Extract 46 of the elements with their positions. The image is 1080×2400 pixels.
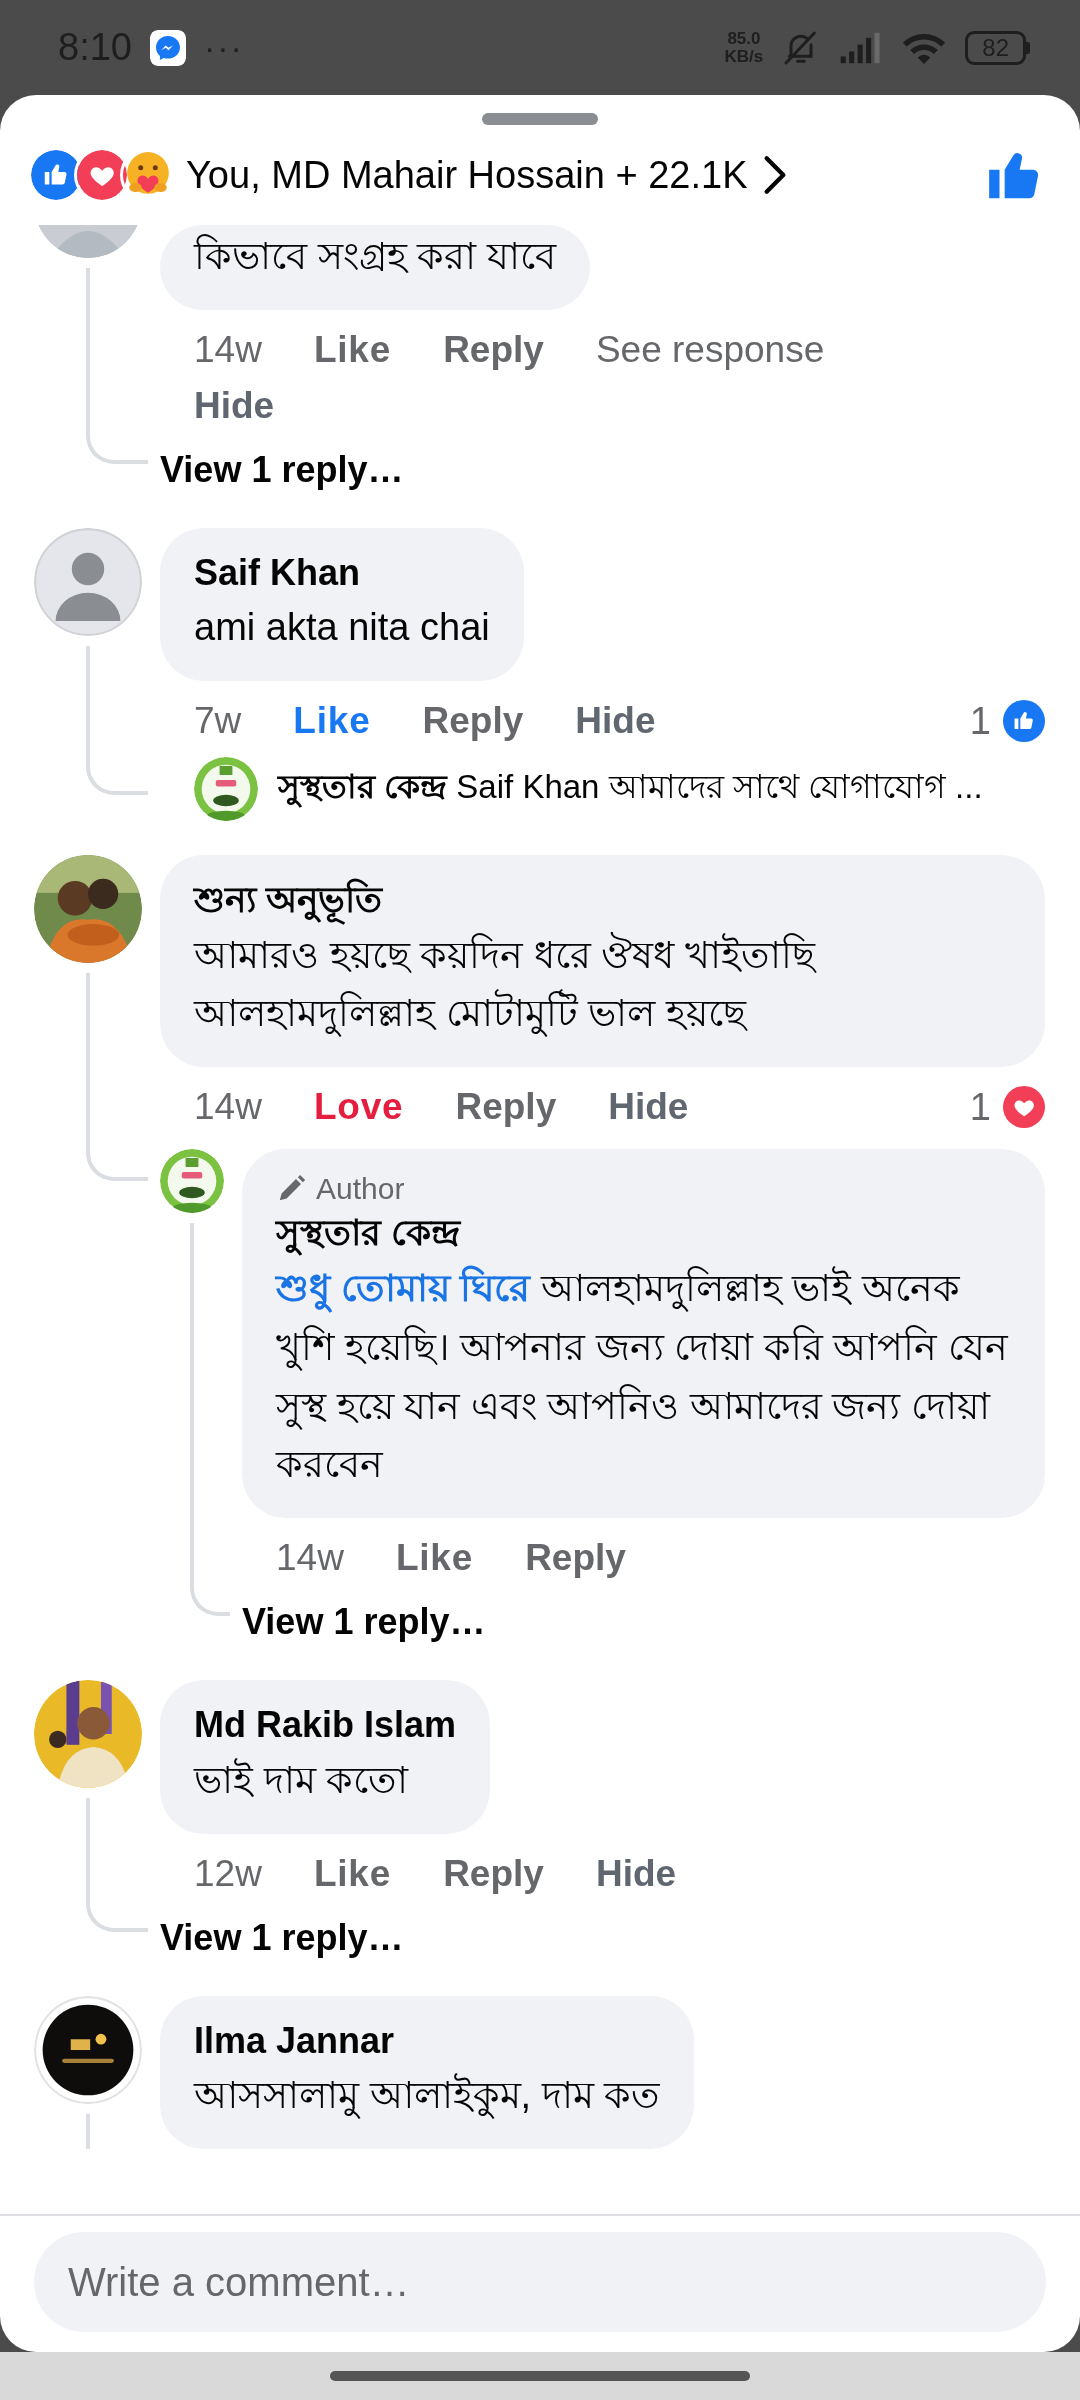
view-replies-link[interactable]: View 1 reply… bbox=[160, 1909, 404, 1966]
reply-link[interactable]: Reply bbox=[455, 1079, 557, 1136]
reply-link[interactable]: Reply bbox=[422, 693, 524, 750]
hide-link[interactable]: Hide bbox=[608, 1079, 689, 1136]
comment-text: শুধু তোমায় ঘিরে আলহামদুলিল্লাহ ভাই অনেক খুশি হয়েছি। আপনার জন্য দোয়া করি আপনি যেন সুস্থ হয়ে যান এবং আপনিও আমাদের জন্য দোয়া করবেন bbox=[276, 1264, 1010, 1488]
reply-link[interactable]: Reply bbox=[443, 1845, 544, 1902]
reply-link[interactable]: Reply bbox=[525, 1530, 626, 1587]
like-icon bbox=[1003, 700, 1045, 743]
comment-author[interactable]: Saif Khan bbox=[194, 547, 490, 599]
comment-author[interactable]: Md Rakib Islam bbox=[194, 1700, 457, 1751]
comment-author[interactable]: শুন্য অনুভূতি bbox=[194, 875, 1011, 926]
comment-time: 14w bbox=[276, 1536, 344, 1581]
comment-time: 7w bbox=[194, 699, 242, 744]
hide-link[interactable]: Hide bbox=[194, 377, 275, 434]
comment-text: ভাই দাম কতো bbox=[194, 1757, 410, 1803]
reaction-count[interactable]: 1 bbox=[969, 1085, 991, 1129]
react-link[interactable]: Love bbox=[313, 1079, 404, 1136]
comment-text: ami akta nita chai bbox=[194, 605, 490, 651]
messenger-icon bbox=[149, 29, 186, 66]
comment-time: 14w bbox=[194, 327, 262, 372]
react-link[interactable]: Like bbox=[293, 693, 371, 750]
comment-text: কিভাবে সংগ্রহ করা যাবে bbox=[194, 233, 556, 279]
comment-author[interactable]: সুস্থতার কেন্দ্র bbox=[276, 1208, 1011, 1259]
comment-time: 12w bbox=[194, 1851, 262, 1896]
view-replies-link[interactable]: View 1 reply… bbox=[242, 1594, 486, 1651]
hide-link[interactable]: Hide bbox=[595, 1845, 677, 1902]
comment-author[interactable]: Ilma Jannar bbox=[194, 2015, 661, 2066]
react-link[interactable]: Like bbox=[313, 321, 392, 378]
reaction-count[interactable]: 1 bbox=[969, 699, 991, 743]
react-link[interactable]: Like bbox=[313, 1845, 392, 1902]
drag-handle[interactable] bbox=[482, 113, 598, 125]
comment-field[interactable]: Write a comment… bbox=[34, 2232, 1046, 2332]
comment-time: 14w bbox=[194, 1085, 262, 1130]
chevron-right-icon[interactable] bbox=[761, 155, 788, 195]
author-label: Author bbox=[316, 1171, 405, 1208]
react-link[interactable]: Like bbox=[395, 1530, 474, 1587]
see-response-link[interactable]: See response bbox=[595, 321, 825, 378]
comment-text: আমারও হয়ছে কয়দিন ধরে ঔষধ খাইতাছি আলহামদুলিল্লাহ মোটামুটি ভাল হয়ছে bbox=[194, 931, 818, 1039]
reply-preview[interactable]: সুস্থতার কেন্দ্র Saif Khan আমাদের সাথে যোগাযোগ ... bbox=[278, 761, 983, 818]
more-notifications: ··· bbox=[203, 28, 244, 67]
view-replies-link[interactable]: View 1 reply… bbox=[160, 441, 404, 498]
avatar-icon[interactable] bbox=[34, 527, 142, 636]
hide-link[interactable]: Hide bbox=[575, 693, 656, 750]
reply-link[interactable]: Reply bbox=[443, 321, 544, 378]
reactions-summary[interactable]: You, MD Mahair Hossain + 22.1K bbox=[186, 153, 748, 197]
comment-text: আসসালামু আলাইকুম, দাম কত bbox=[194, 2065, 661, 2125]
